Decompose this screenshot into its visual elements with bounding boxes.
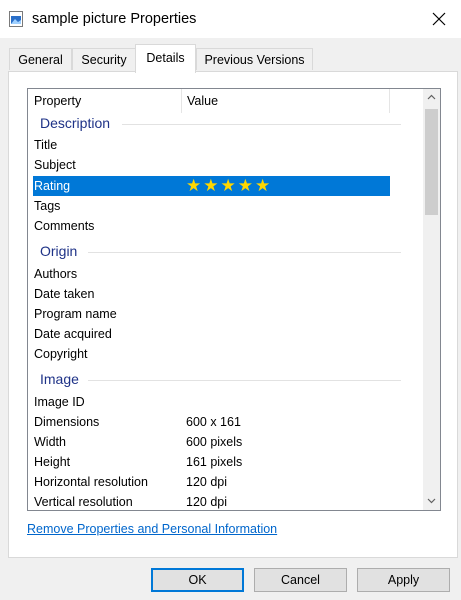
tab-previous-versions[interactable]: Previous Versions (196, 48, 313, 70)
property-name: Horizontal resolution (34, 475, 148, 489)
vertical-scrollbar[interactable] (423, 89, 440, 510)
list-item[interactable]: Title (28, 135, 423, 155)
window-title: sample picture Properties (32, 11, 197, 27)
property-name: Comments (34, 219, 95, 233)
scroll-down-button[interactable] (423, 493, 440, 510)
column-header-property[interactable]: Property (34, 94, 81, 108)
property-value[interactable]: 120 dpi (186, 495, 227, 509)
rating-stars[interactable]: ★★★★★ (186, 176, 272, 196)
tab-general[interactable]: General (9, 48, 72, 70)
list-item[interactable]: Width 600 pixels (28, 432, 423, 452)
scroll-up-button[interactable] (423, 89, 440, 106)
property-name: Date acquired (34, 327, 112, 341)
ok-button[interactable]: OK (151, 568, 244, 592)
picture-file-icon (9, 11, 23, 27)
close-icon (432, 12, 446, 26)
tab-security[interactable]: Security (72, 48, 136, 70)
chevron-down-icon (427, 498, 436, 504)
property-name: Width (34, 435, 66, 449)
property-name: Dimensions (34, 415, 100, 429)
title-bar: sample picture Properties (0, 0, 461, 38)
cancel-button[interactable]: Cancel (254, 568, 347, 592)
chevron-up-icon (427, 94, 436, 100)
property-name: Tags (34, 199, 61, 213)
list-item-selected[interactable]: Rating ★★★★★ (33, 176, 390, 196)
property-name: Image ID (34, 395, 85, 409)
list-item[interactable]: Tags (28, 196, 423, 216)
column-divider[interactable] (389, 89, 390, 113)
property-name: Authors (34, 267, 78, 281)
column-header-value[interactable]: Value (187, 94, 218, 108)
group-divider (88, 252, 401, 253)
property-name: Height (34, 455, 71, 469)
group-title: Origin (40, 243, 78, 259)
list-item[interactable]: Subject (28, 155, 423, 175)
list-item[interactable]: Comments (28, 216, 423, 236)
group-title: Description (40, 115, 111, 131)
tab-details[interactable]: Details (135, 44, 196, 73)
property-name: Program name (34, 307, 117, 321)
tab-strip: General Security Details Previous Versio… (9, 44, 459, 73)
list-item[interactable]: Date acquired (28, 324, 423, 344)
property-name: Copyright (34, 347, 88, 361)
property-name: Subject (34, 158, 76, 172)
list-item[interactable]: Date taken (28, 284, 423, 304)
list-header: Property Value (28, 89, 423, 113)
property-name: Vertical resolution (34, 495, 133, 509)
property-value[interactable]: 161 pixels (186, 455, 242, 469)
property-value[interactable]: 600 x 161 (186, 415, 241, 429)
property-list[interactable]: Property Value Description Title Subject… (27, 88, 441, 511)
remove-properties-link[interactable]: Remove Properties and Personal Informati… (27, 522, 277, 536)
group-title: Image (40, 371, 79, 387)
property-value[interactable]: 120 dpi (186, 475, 227, 489)
property-name: Date taken (34, 287, 95, 301)
group-header-description: Description (28, 114, 423, 134)
scroll-thumb[interactable] (425, 109, 438, 215)
list-item[interactable]: Authors (28, 264, 423, 284)
group-divider (122, 124, 401, 125)
list-item[interactable]: Copyright (28, 344, 423, 364)
group-divider (88, 380, 401, 381)
apply-button[interactable]: Apply (357, 568, 450, 592)
property-value[interactable]: 600 pixels (186, 435, 242, 449)
group-header-image: Image (28, 370, 423, 390)
list-item[interactable]: Height 161 pixels (28, 452, 423, 472)
list-item[interactable]: Dimensions 600 x 161 (28, 412, 423, 432)
list-item[interactable]: Vertical resolution 120 dpi (28, 492, 423, 510)
property-name: Rating (34, 179, 71, 193)
list-item[interactable]: Image ID (28, 392, 423, 412)
list-item[interactable]: Horizontal resolution 120 dpi (28, 472, 423, 492)
close-button[interactable] (424, 5, 454, 33)
list-item[interactable]: Program name (28, 304, 423, 324)
property-name: Title (34, 138, 58, 152)
details-panel: Property Value Description Title Subject… (8, 71, 458, 558)
column-divider[interactable] (181, 89, 182, 113)
group-header-origin: Origin (28, 242, 423, 262)
